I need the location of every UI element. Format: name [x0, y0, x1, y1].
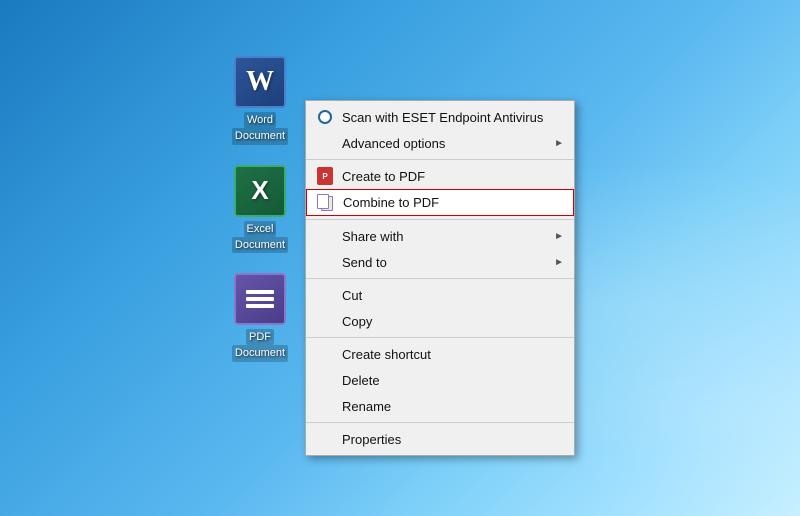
combine-pdf-label: Combine to PDF: [343, 195, 439, 210]
separator-5: [306, 422, 574, 423]
word-icon-label: Word: [244, 112, 276, 128]
separator-1: [306, 159, 574, 160]
menu-item-advanced-options[interactable]: Advanced options ►: [306, 130, 574, 156]
separator-3: [306, 278, 574, 279]
pdf-icon-image: [234, 273, 286, 325]
eset-icon: [314, 106, 336, 128]
share-with-label: Share with: [342, 229, 403, 244]
pdf-icon-label2: Document: [232, 345, 288, 361]
word-icon-label2: Document: [232, 128, 288, 144]
combine-pdf-icon: [315, 192, 337, 214]
properties-label: Properties: [342, 432, 401, 447]
advanced-options-label: Advanced options: [342, 136, 445, 151]
menu-item-create-shortcut[interactable]: Create shortcut: [306, 341, 574, 367]
menu-item-rename[interactable]: Rename: [306, 393, 574, 419]
separator-4: [306, 337, 574, 338]
menu-item-copy[interactable]: Copy: [306, 308, 574, 334]
send-to-label: Send to: [342, 255, 387, 270]
excel-icon-label2: Document: [232, 237, 288, 253]
word-document-icon[interactable]: W Word Document: [222, 56, 298, 145]
menu-item-share-with[interactable]: Share with ►: [306, 223, 574, 249]
excel-letter: X: [251, 175, 268, 206]
menu-item-scan-eset[interactable]: Scan with ESET Endpoint Antivirus: [306, 104, 574, 130]
menu-item-send-to[interactable]: Send to ►: [306, 249, 574, 275]
cut-label: Cut: [342, 288, 362, 303]
create-pdf-label: Create to PDF: [342, 169, 425, 184]
combine-pdf-icon-image: [317, 194, 335, 212]
menu-item-combine-pdf[interactable]: Combine to PDF: [306, 189, 574, 216]
menu-item-create-pdf[interactable]: P Create to PDF: [306, 163, 574, 189]
context-menu: Scan with ESET Endpoint Antivirus Advanc…: [305, 100, 575, 456]
excel-icon-label: Excel: [244, 221, 277, 237]
pdf-icon-lines: [246, 290, 274, 308]
create-pdf-icon: P: [314, 165, 336, 187]
word-letter: W: [246, 66, 274, 98]
pdf-small-icon: P: [317, 167, 333, 185]
send-to-arrow: ►: [554, 257, 564, 268]
rename-label: Rename: [342, 399, 391, 414]
menu-item-cut[interactable]: Cut: [306, 282, 574, 308]
share-with-arrow: ►: [554, 231, 564, 242]
create-shortcut-label: Create shortcut: [342, 347, 431, 362]
menu-item-delete[interactable]: Delete: [306, 367, 574, 393]
delete-label: Delete: [342, 373, 380, 388]
word-icon-image: W: [234, 56, 286, 108]
excel-document-icon[interactable]: X Excel Document: [222, 165, 298, 254]
pdf-document-icon[interactable]: PDF Document: [222, 273, 298, 362]
scan-eset-label: Scan with ESET Endpoint Antivirus: [342, 110, 543, 125]
desktop-icons: W Word Document X Excel Document PDF Doc…: [222, 56, 298, 362]
menu-item-properties[interactable]: Properties: [306, 426, 574, 452]
copy-label: Copy: [342, 314, 372, 329]
pdf-icon-label: PDF: [246, 329, 274, 345]
advanced-options-arrow: ►: [554, 138, 564, 149]
separator-2: [306, 219, 574, 220]
excel-icon-image: X: [234, 165, 286, 217]
